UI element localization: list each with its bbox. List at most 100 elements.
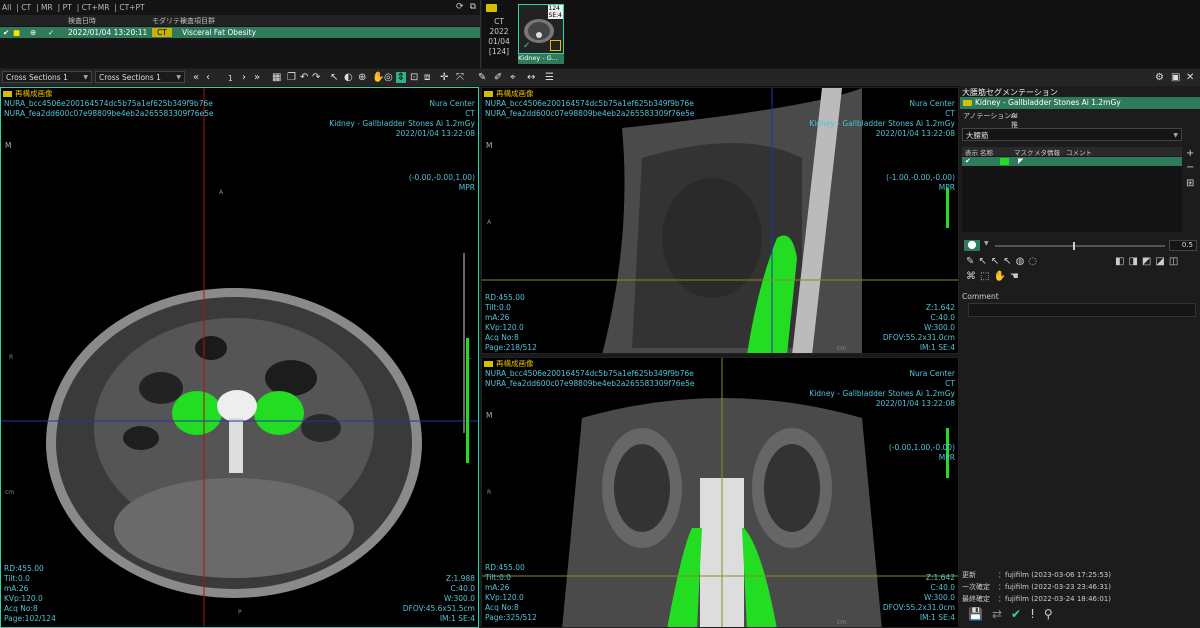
opacity-slider-handle[interactable]: [1073, 242, 1075, 250]
shape-tool-3-icon[interactable]: ◩: [1142, 256, 1155, 267]
first-page-icon[interactable]: «: [193, 72, 199, 83]
coronal-tilt: Tilt:0.0: [485, 573, 511, 582]
last-page-icon[interactable]: »: [254, 72, 260, 83]
pointer-add-icon[interactable]: ↖: [978, 256, 990, 267]
header-date[interactable]: 検査日時: [68, 16, 96, 26]
scroll-icon[interactable]: ⇕: [396, 72, 406, 83]
brush-tool-icon[interactable]: ⬤: [964, 240, 980, 251]
link-icon: ⊕: [30, 28, 37, 37]
pan-icon[interactable]: ✋: [372, 72, 384, 83]
thumbnail-caption: Kidney - G...: [518, 54, 564, 64]
shape-tool-1-icon[interactable]: ◧: [1115, 256, 1128, 267]
redo-icon[interactable]: ↷: [312, 72, 320, 83]
pen-icon[interactable]: ✎: [966, 256, 978, 267]
undo-icon[interactable]: ↶: [300, 72, 308, 83]
crosshair-icon[interactable]: ✛: [440, 72, 448, 83]
lasso-icon[interactable]: ⌘: [966, 271, 980, 282]
axial-viewport[interactable]: 再構成画像 NURA_bcc4506e200164574dc5b75a1ef62…: [0, 87, 479, 628]
tab-ct-mr[interactable]: CT+MR: [82, 3, 110, 12]
rect-select-icon[interactable]: ⬚: [980, 271, 993, 282]
alert-icon[interactable]: !: [1030, 607, 1044, 621]
segment-grid-header: 表示 名称 マスク メタ情報 コメント: [962, 147, 1182, 157]
crop-icon[interactable]: ⧈: [424, 72, 430, 83]
sagittal-viewport[interactable]: 再構成画像 NURA_bcc4506e200164574dc5b75a1ef62…: [481, 87, 959, 354]
tab-all[interactable]: All: [2, 3, 11, 12]
shape-icon: ◤: [1018, 157, 1024, 165]
remove-icon[interactable]: −: [1186, 162, 1194, 173]
sagittal-side-a: A: [487, 219, 492, 226]
next-page-icon[interactable]: ›: [242, 72, 246, 83]
search-settings-icon[interactable]: ⚲: [1044, 607, 1062, 621]
grid-layout-icon[interactable]: ▦: [272, 72, 281, 83]
ruler-icon[interactable]: ✎: [478, 72, 486, 83]
reset-icon[interactable]: ⤧: [456, 72, 464, 83]
pointer-icon[interactable]: ↖: [330, 72, 338, 83]
coronal-left-info: RD:455.00 Tilt:0.0 mA:26 KVp:120.0 Acq N…: [485, 563, 537, 623]
pointer-icon[interactable]: ↖: [1003, 256, 1015, 267]
add-icon[interactable]: +: [1186, 148, 1194, 159]
coronal-c: C:40.0: [930, 583, 955, 592]
hand-icon[interactable]: ✋: [993, 271, 1009, 282]
layout-select-left[interactable]: Cross Sections 1 ▼: [2, 71, 92, 83]
comment-input[interactable]: [968, 303, 1196, 317]
page-index[interactable]: 1: [228, 73, 233, 84]
mask-color-swatch[interactable]: [1000, 158, 1009, 165]
muscle-select[interactable]: 大腰筋 ▼: [962, 128, 1182, 141]
refresh-icon[interactable]: ⟳: [456, 2, 464, 12]
series-icon: [486, 4, 497, 12]
coronal-viewport[interactable]: 再構成画像 NURA_bcc4506e200164574dc5b75a1ef62…: [481, 357, 959, 628]
tab-mr[interactable]: MR: [41, 3, 53, 12]
fill-icon[interactable]: ◍: [1016, 256, 1029, 267]
shape-tool-2-icon[interactable]: ◨: [1128, 256, 1141, 267]
gear-icon[interactable]: ⚙: [1155, 72, 1164, 83]
tab-ct[interactable]: CT: [21, 3, 31, 12]
shape-tool-5-icon[interactable]: ◫: [1169, 256, 1182, 267]
window-level-icon[interactable]: ◎: [384, 72, 393, 83]
check-icon[interactable]: ✔: [965, 157, 971, 165]
series-date: 01/04: [488, 37, 510, 46]
pointer-remove-icon[interactable]: ↖: [991, 256, 1003, 267]
brush-icon[interactable]: ✐: [494, 72, 502, 83]
tab-ct-pt[interactable]: CT+PT: [119, 3, 144, 12]
maximize-icon[interactable]: ▣: [1171, 72, 1180, 83]
chevron-down-icon[interactable]: ▼: [984, 240, 989, 247]
segment-row[interactable]: ✔ ◤: [962, 157, 1182, 166]
sagittal-c: C:40.0: [930, 313, 955, 322]
swap-icon[interactable]: ⇄: [992, 607, 1011, 621]
copy-icon[interactable]: ❐: [287, 72, 296, 83]
coronal-modality: CT: [945, 379, 955, 388]
col-comment: コメント: [1066, 149, 1092, 157]
axial-ct-image: [1, 88, 478, 627]
opacity-input[interactable]: 0.5: [1169, 240, 1197, 251]
axial-page: Page:102/124: [4, 614, 56, 623]
header-group[interactable]: 検査項目群: [180, 16, 215, 26]
fit-icon[interactable]: ⊡: [410, 72, 418, 83]
annotation-icon[interactable]: ⌖: [510, 72, 516, 83]
col-mask: マスク: [1014, 149, 1034, 157]
prev-page-icon[interactable]: ‹: [206, 72, 210, 83]
axial-kvp: KVp:120.0: [4, 594, 43, 603]
measure-icon[interactable]: ↔: [527, 72, 535, 83]
axial-header: 再構成画像: [3, 88, 53, 99]
all-icon[interactable]: ☰: [545, 72, 554, 83]
axial-uid1: NURA_bcc4506e200164574dc5b75a1ef625b349f…: [4, 99, 213, 108]
opacity-slider[interactable]: [995, 242, 1165, 250]
import-icon[interactable]: ⊞: [1186, 178, 1194, 189]
external-link-icon[interactable]: ⧉: [470, 2, 476, 12]
layout-select-right[interactable]: Cross Sections 1 ▼: [95, 71, 185, 83]
save-icon[interactable]: 💾: [968, 607, 992, 621]
series-thumbnail[interactable]: 124 SE:4 ✓: [518, 4, 564, 54]
zoom-icon[interactable]: ⊕: [358, 72, 366, 83]
hand-erase-icon[interactable]: ☚: [1010, 271, 1023, 282]
tab-pt[interactable]: PT: [63, 3, 72, 12]
axial-side-r: R: [9, 354, 14, 361]
tab-annotation[interactable]: アノテーション: [963, 111, 1011, 121]
contrast-icon[interactable]: ◐: [344, 72, 353, 83]
shape-tool-4-icon[interactable]: ◪: [1155, 256, 1168, 267]
study-row[interactable]: ✔ ■ ⊕ ✓ 2022/01/04 13:20:11 CT Visceral …: [0, 27, 480, 38]
coronal-acq: Acq No:8: [485, 603, 519, 612]
coronal-uid2: NURA_fea2dd600c07e98809be4eb2a265583309f…: [485, 379, 695, 388]
close-icon[interactable]: ✕: [1186, 72, 1194, 83]
erase-icon[interactable]: ◌: [1028, 256, 1041, 267]
confirm-icon[interactable]: ✔: [1011, 607, 1030, 621]
